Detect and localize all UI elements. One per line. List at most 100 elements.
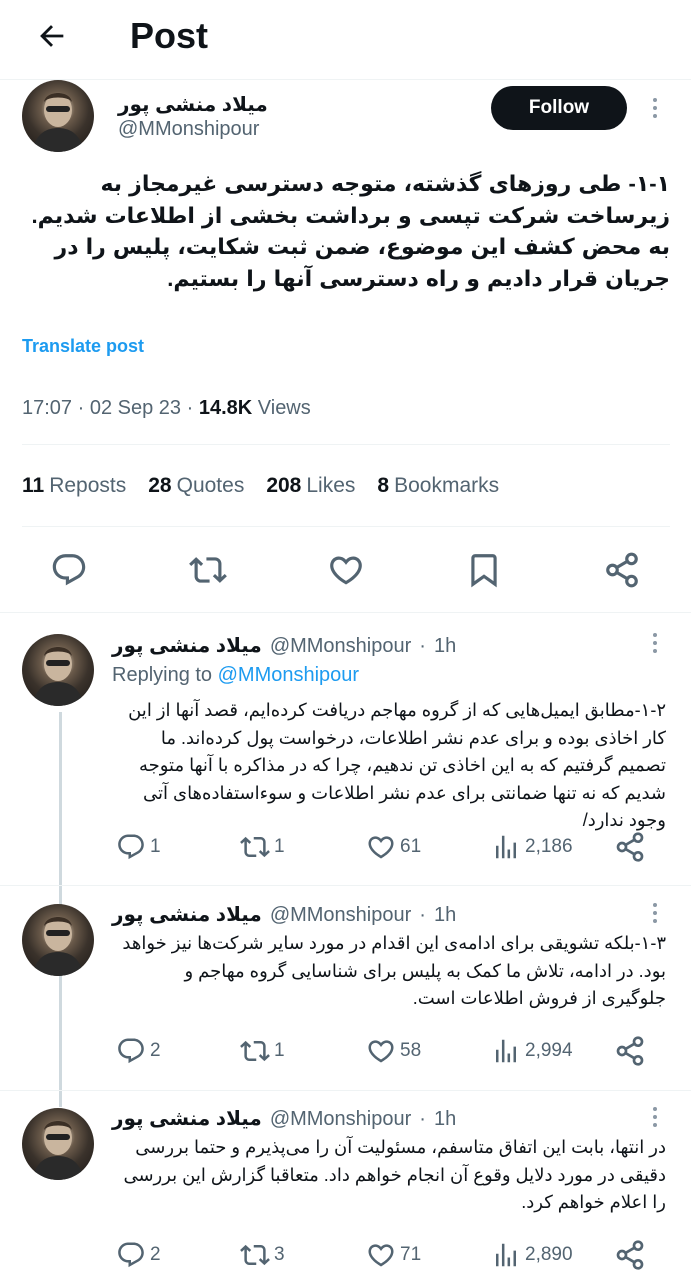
heart-icon: [366, 1036, 396, 1066]
arrow-left-icon: [35, 19, 69, 53]
like-count: 61: [400, 836, 422, 857]
views-count: 2,890: [525, 1244, 573, 1265]
repost-icon: [240, 832, 270, 862]
author-name[interactable]: میلاد منشی پور: [112, 902, 262, 927]
reply-count: 1: [150, 836, 161, 857]
like-count: 58: [400, 1040, 422, 1061]
reply-header: میلاد منشی پور @MMonshipour · 1h: [112, 633, 456, 658]
share-button[interactable]: [614, 831, 646, 863]
header-divider: [0, 79, 691, 80]
reply-age[interactable]: 1h: [434, 1108, 456, 1131]
analytics-icon: [491, 1036, 521, 1066]
like-button[interactable]: [327, 551, 365, 589]
share-icon: [614, 831, 646, 863]
repost-button[interactable]: 1: [240, 1036, 285, 1066]
reply-count: 2: [150, 1040, 161, 1061]
quotes-stat[interactable]: 28 Quotes: [148, 474, 244, 498]
share-button[interactable]: [614, 1239, 646, 1271]
more-options-icon[interactable]: [643, 93, 667, 123]
reply-header: میلاد منشی پور @MMonshipour · 1h: [112, 1106, 456, 1131]
views-label: Views: [257, 397, 311, 419]
replying-to: Replying to @MMonshipour: [112, 664, 360, 686]
views-button[interactable]: 2,994: [491, 1036, 573, 1066]
reply-text: ۱-۲-مطابق ایمیل‌هایی که از گروه مهاجم در…: [128, 700, 666, 830]
author-handle[interactable]: @MMonshipour: [270, 1108, 411, 1131]
divider: [22, 526, 670, 527]
repost-button[interactable]: 3: [240, 1240, 285, 1270]
reply-text: در انتها، بابت این اتفاق متاسفم، مسئولیت…: [123, 1137, 666, 1212]
share-icon: [603, 551, 641, 589]
replying-to-handle[interactable]: @MMonshipour: [218, 664, 359, 686]
share-icon: [614, 1239, 646, 1271]
divider: [22, 444, 670, 445]
reply-header: میلاد منشی پور @MMonshipour · 1h: [112, 902, 456, 927]
views-button[interactable]: 2,890: [491, 1240, 573, 1270]
reposts-stat[interactable]: 11 Reposts: [22, 474, 126, 498]
avatar[interactable]: [22, 80, 94, 152]
avatar[interactable]: [22, 1108, 94, 1180]
like-count: 71: [400, 1244, 422, 1265]
reply-icon: [116, 1036, 146, 1066]
author-handle[interactable]: @MMonshipour: [270, 904, 411, 927]
like-button[interactable]: 61: [366, 832, 421, 862]
repost-icon: [240, 1240, 270, 1270]
repost-button[interactable]: 1: [240, 832, 285, 862]
meta-separator-dot: ·: [419, 904, 426, 926]
bookmark-icon: [465, 551, 503, 589]
share-button[interactable]: [603, 551, 641, 589]
bookmark-button[interactable]: [465, 551, 503, 589]
reply-button[interactable]: 2: [116, 1036, 161, 1066]
share-button[interactable]: [614, 1035, 646, 1067]
repost-count: 1: [274, 836, 285, 857]
post-date[interactable]: 02 Sep 23: [90, 397, 181, 419]
heart-icon: [366, 832, 396, 862]
repost-icon: [240, 1036, 270, 1066]
page-title: Post: [130, 15, 209, 56]
heart-icon: [366, 1240, 396, 1270]
reply-age[interactable]: 1h: [434, 635, 456, 658]
reply-age[interactable]: 1h: [434, 904, 456, 927]
divider: [0, 612, 691, 613]
views-count: 14.8K: [198, 397, 253, 419]
author-name[interactable]: میلاد منشی پور: [112, 633, 262, 658]
avatar[interactable]: [22, 634, 94, 706]
like-button[interactable]: 71: [366, 1240, 421, 1270]
reply-icon: [116, 832, 146, 862]
views-count: 2,994: [525, 1040, 573, 1061]
reply-button[interactable]: [50, 551, 88, 589]
author-handle[interactable]: @MMonshipour: [270, 635, 411, 658]
post-text: ۱-۱- طی روزهای گذشته، متوجه دسترسی غیرمج…: [31, 171, 670, 291]
like-button[interactable]: 58: [366, 1036, 421, 1066]
more-options-icon[interactable]: [643, 628, 667, 658]
translate-post-link[interactable]: Translate post: [22, 336, 144, 357]
avatar[interactable]: [22, 904, 94, 976]
more-options-icon[interactable]: [643, 1102, 667, 1132]
more-options-icon[interactable]: [643, 898, 667, 928]
author-handle[interactable]: @MMonshipour: [118, 118, 259, 141]
post-time[interactable]: 17:07: [22, 397, 72, 419]
author-name[interactable]: میلاد منشی پور: [112, 1106, 262, 1131]
reply-button[interactable]: 2: [116, 1240, 161, 1270]
views-button[interactable]: 2,186: [491, 832, 573, 862]
repost-icon: [189, 551, 227, 589]
divider: [0, 1090, 691, 1091]
post-stats: 11 Reposts 28 Quotes 208 Likes 8 Bookmarks: [22, 474, 499, 498]
post-meta: 17:07 · 02 Sep 23 · 14.8K Views: [22, 397, 311, 420]
repost-count: 3: [274, 1244, 285, 1265]
author-name[interactable]: میلاد منشی پور: [118, 92, 268, 117]
bookmarks-stat[interactable]: 8 Bookmarks: [377, 474, 499, 498]
reply-text: ۱-۳-بلکه تشویقی برای ادامه‌ی این اقدام د…: [122, 933, 666, 1008]
heart-icon: [327, 551, 365, 589]
meta-separator-dot: ·: [77, 397, 90, 419]
reply-button[interactable]: 1: [116, 832, 161, 862]
likes-stat[interactable]: 208 Likes: [266, 474, 355, 498]
meta-separator-dot: ·: [419, 1108, 426, 1130]
reply-count: 2: [150, 1244, 161, 1265]
divider: [0, 885, 691, 886]
back-button[interactable]: [32, 16, 72, 56]
reply-icon: [50, 551, 88, 589]
follow-button[interactable]: Follow: [491, 86, 627, 130]
share-icon: [614, 1035, 646, 1067]
meta-separator-dot: ·: [186, 397, 199, 419]
repost-button[interactable]: [189, 551, 227, 589]
